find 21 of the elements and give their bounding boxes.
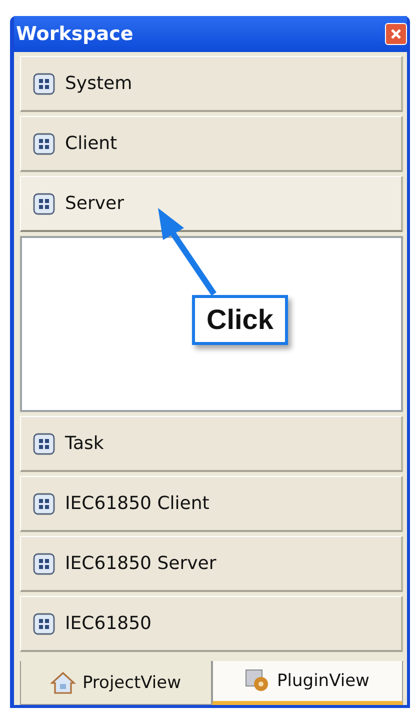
grid-icon: [33, 612, 55, 634]
close-icon: [389, 27, 403, 41]
section-header[interactable]: IEC61850 Server: [20, 536, 403, 592]
grid-icon: [33, 132, 55, 154]
section-header[interactable]: Server: [20, 176, 403, 232]
view-tab[interactable]: ProjectView: [20, 661, 212, 705]
section-header[interactable]: Client: [20, 116, 403, 172]
window-title: Workspace: [16, 23, 134, 45]
view-tab[interactable]: PluginView: [212, 661, 403, 705]
section-header[interactable]: System: [20, 56, 403, 112]
grid-icon: [33, 552, 55, 574]
grid-icon: [33, 492, 55, 514]
section-header[interactable]: IEC61850: [20, 596, 403, 652]
house-icon: [50, 670, 76, 694]
grid-icon: [33, 72, 55, 94]
grid-icon: [33, 192, 55, 214]
close-button[interactable]: [385, 23, 407, 45]
section-header[interactable]: Task: [20, 416, 403, 472]
callout-label: Click: [192, 295, 288, 345]
section-header[interactable]: IEC61850 Client: [20, 476, 403, 532]
grid-icon: [33, 432, 55, 454]
